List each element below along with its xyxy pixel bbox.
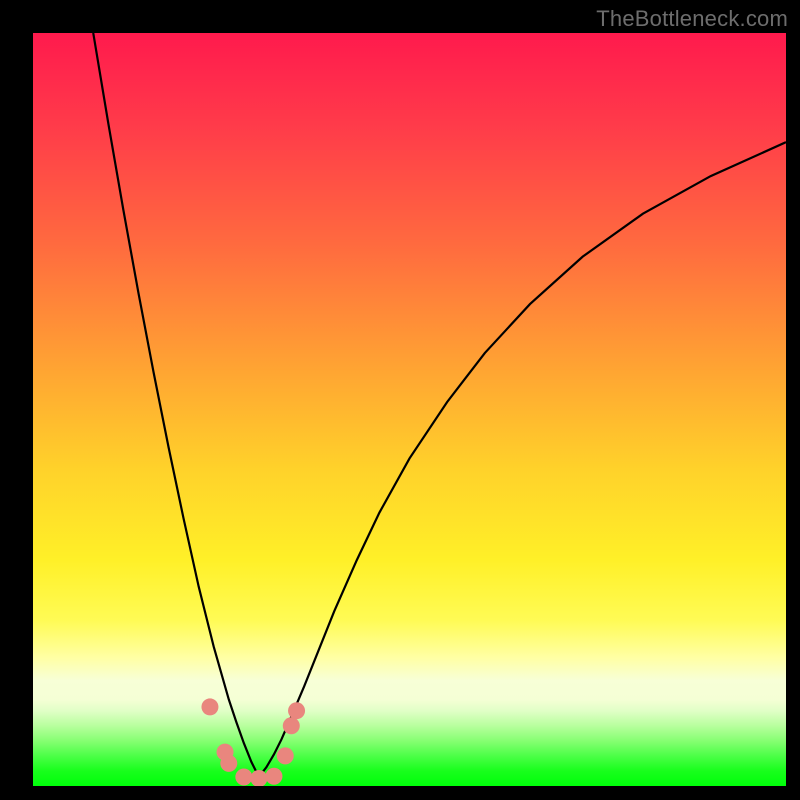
- curve-right-branch: [259, 142, 786, 777]
- curve-marker: [235, 768, 252, 785]
- curve-marker: [288, 702, 305, 719]
- curve-marker: [283, 717, 300, 734]
- plot-area: [33, 33, 786, 786]
- curve-marker: [220, 755, 237, 772]
- curve-marker: [201, 698, 218, 715]
- curve-left-branch: [93, 33, 259, 777]
- chart-frame: TheBottleneck.com: [0, 0, 800, 800]
- curve-markers: [201, 698, 305, 786]
- watermark-text: TheBottleneck.com: [596, 6, 788, 32]
- bottleneck-curve: [33, 33, 786, 786]
- curve-marker: [250, 770, 267, 786]
- curve-marker: [265, 768, 282, 785]
- curve-marker: [277, 747, 294, 764]
